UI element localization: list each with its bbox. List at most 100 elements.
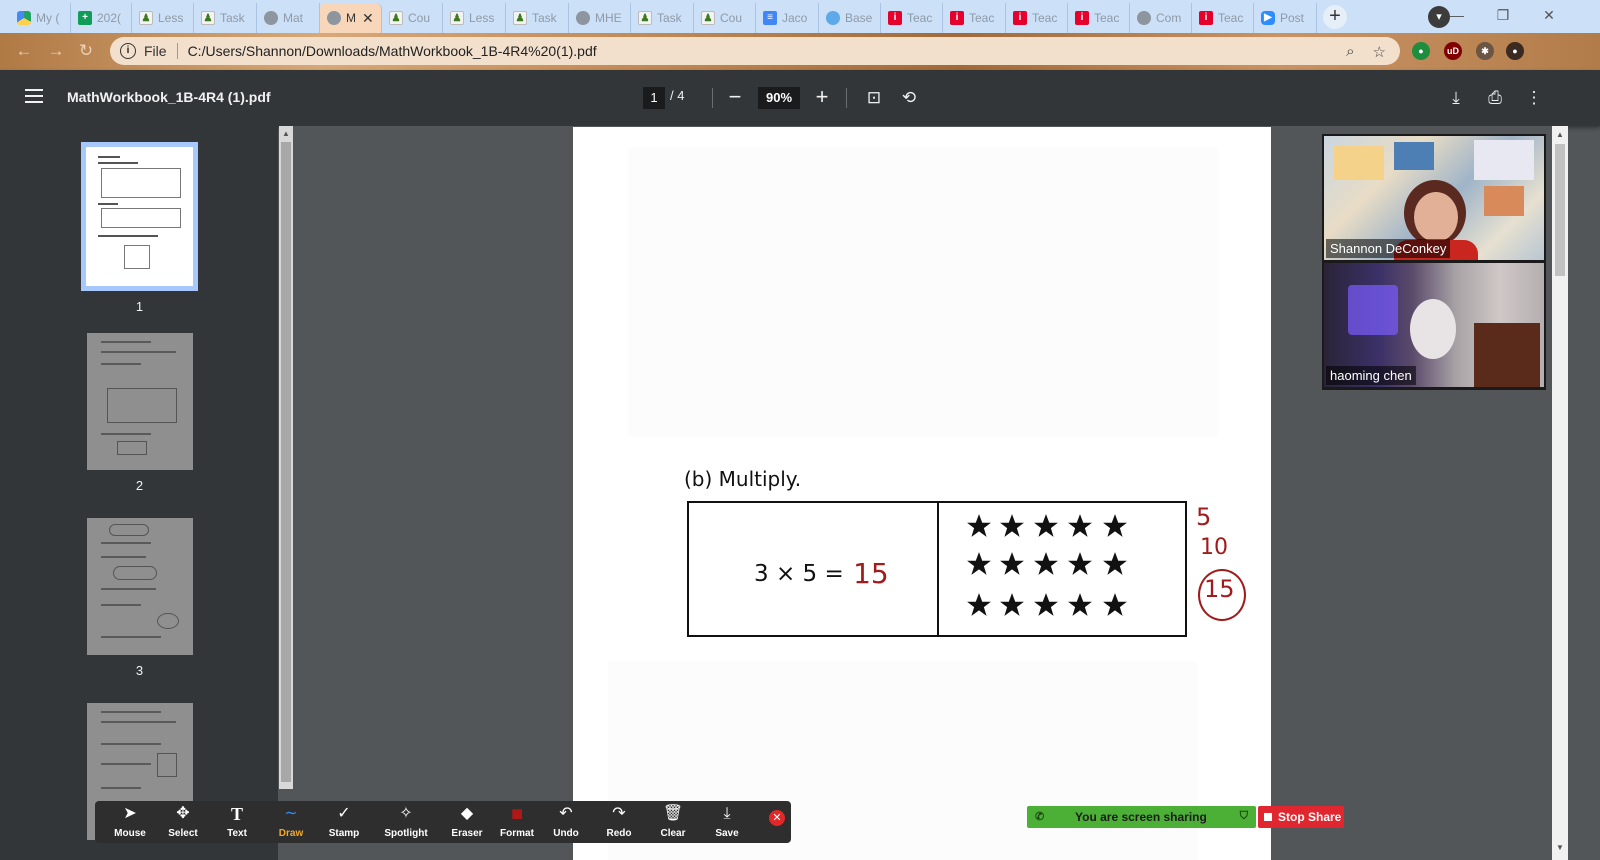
annotate-tool-format[interactable]: ■ Format	[490, 803, 544, 843]
annotate-tool-save[interactable]: ⤓ Save	[700, 803, 754, 843]
browser-tab[interactable]: ♟ Task	[194, 3, 257, 33]
browser-tab[interactable]: ♟ Less	[132, 3, 194, 33]
browser-tab[interactable]: MHE	[569, 3, 631, 33]
minimize-button[interactable]: —	[1434, 0, 1480, 30]
forward-button[interactable]: →	[46, 41, 66, 61]
bookmark-star-icon[interactable]: ☆	[1373, 43, 1386, 61]
screen: My (+202(♟ Less ♟ Task Mat M ✕ ♟ Cou ♟ Less ♟ Task MH…	[0, 0, 1600, 860]
browser-tab[interactable]: ♟ Task	[631, 3, 694, 33]
annotate-tool-stamp[interactable]: ✓ Stamp	[317, 803, 371, 843]
browser-tab[interactable]: My (	[10, 3, 71, 33]
eraser-icon: ◆	[460, 805, 474, 822]
browser-tab[interactable]: i Teac	[943, 3, 1006, 33]
browser-tab[interactable]: i Teac	[1192, 3, 1254, 33]
zoom-video-panel[interactable]: Shannon DeConkey haoming chen	[1322, 134, 1546, 390]
browser-tab[interactable]: Base	[819, 3, 881, 33]
teacher-icon: i	[1199, 11, 1213, 25]
participant-video[interactable]: haoming chen	[1324, 263, 1544, 387]
browser-tab[interactable]: ♟ Cou	[382, 3, 443, 33]
annotate-tool-undo[interactable]: ↶ Undo	[539, 803, 593, 843]
reload-button[interactable]: ↻	[76, 41, 96, 61]
browser-tab[interactable]: ≡ Jaco	[756, 3, 819, 33]
classroom-icon: ♟	[701, 11, 715, 25]
annotate-tool-label: Redo	[606, 828, 632, 839]
address-scheme-label: File	[144, 43, 167, 59]
thumbnail-sidebar: 1 2 3	[0, 126, 278, 860]
thumbnail-page-1[interactable]: 1	[81, 142, 198, 314]
close-window-button[interactable]: ✕	[1526, 0, 1572, 30]
classroom-icon: ♟	[389, 11, 403, 25]
participant-name: Shannon DeConkey	[1326, 239, 1451, 258]
close-tab-icon[interactable]: ✕	[362, 10, 374, 27]
equation: 3 × 5 = 15	[754, 555, 889, 590]
handwritten-answer: 15	[853, 557, 889, 590]
teacher-icon: i	[950, 11, 964, 25]
zoom-level-input[interactable]: 90%	[758, 87, 800, 109]
tab-label: Task	[532, 11, 557, 25]
back-button[interactable]: ←	[14, 41, 34, 61]
annotate-tool-text[interactable]: T Text	[210, 803, 264, 843]
google-sheets-icon: +	[78, 11, 92, 25]
annotate-tool-select[interactable]: ✥ Select	[156, 803, 210, 843]
participant-head	[1410, 299, 1456, 359]
zoom-out-button[interactable]: −	[722, 84, 748, 110]
browser-tab[interactable]: +202(	[71, 3, 132, 33]
browser-tab[interactable]: i Teac	[1006, 3, 1068, 33]
thumbnail-page-number: 3	[135, 663, 144, 678]
extension-puzzle-icon[interactable]: ✱	[1476, 42, 1494, 60]
document-scrollbar[interactable]: ▲ ▼	[1552, 126, 1568, 860]
download-icon[interactable]: ⤓	[1444, 86, 1468, 110]
browser-tab[interactable]: Com	[1130, 3, 1192, 33]
new-tab-button[interactable]: +	[1323, 5, 1347, 29]
ublock-extension-icon[interactable]: uD	[1444, 42, 1462, 60]
annotate-tool-clear[interactable]: 🗑 Clear	[646, 803, 700, 843]
rotate-icon[interactable]: ⟲	[897, 86, 921, 110]
browser-tab[interactable]: i Teac	[1068, 3, 1130, 33]
annotate-tool-draw[interactable]: ∼ Draw	[264, 803, 318, 843]
sidebar-scroll-thumb[interactable]	[281, 142, 291, 782]
thumbnail-page-3[interactable]: 3	[81, 518, 198, 678]
browser-tab[interactable]: M ✕	[320, 3, 382, 33]
address-bar[interactable]: i File C:/Users/Shannon/Downloads/MathWo…	[110, 37, 1400, 65]
browser-tab[interactable]: Mat	[257, 3, 320, 33]
document-scroll-thumb[interactable]	[1555, 144, 1565, 276]
restore-button[interactable]: ❐	[1480, 0, 1526, 30]
annotate-tool-eraser[interactable]: ◆ Eraser	[440, 803, 494, 843]
annotate-tool-redo[interactable]: ↷ Redo	[592, 803, 646, 843]
screen-sharing-bar[interactable]: ✆ You are screen sharing ⛉	[1027, 806, 1256, 828]
scroll-down-arrow-icon[interactable]: ▼	[1556, 843, 1564, 852]
stop-share-button[interactable]: Stop Share	[1258, 806, 1344, 828]
thumbnail-page-2[interactable]: 2	[81, 333, 198, 493]
annotate-tool-mouse[interactable]: ➤ Mouse	[103, 803, 157, 843]
zoom-in-button[interactable]: +	[809, 84, 835, 110]
print-icon[interactable]: ⎙	[1483, 86, 1507, 110]
profile-avatar[interactable]: ●	[1506, 42, 1524, 60]
star-icon	[1034, 593, 1058, 616]
more-options-icon[interactable]: ⋮	[1522, 86, 1546, 110]
browser-tab[interactable]: i Teac	[881, 3, 943, 33]
scroll-up-arrow-icon[interactable]: ▲	[1556, 130, 1564, 139]
sidebar-scrollbar[interactable]: ▲	[279, 126, 293, 789]
close-annotate-icon[interactable]: ✕	[769, 810, 785, 826]
question-label: (b) Multiply.	[684, 467, 802, 491]
browser-tab[interactable]: ♟ Task	[506, 3, 569, 33]
fit-to-page-icon[interactable]: ⊡	[862, 86, 886, 110]
zoom-magnifier-icon[interactable]: ⌕	[1346, 43, 1354, 61]
star-icon	[1034, 552, 1058, 575]
browser-tab[interactable]: ♟ Cou	[694, 3, 756, 33]
sidebar-menu-icon[interactable]	[25, 89, 43, 107]
browser-tab[interactable]: ▶ Post	[1254, 3, 1317, 33]
teacher-icon: i	[1013, 11, 1027, 25]
annotate-tool-spotlight[interactable]: ✧ Spotlight	[379, 803, 433, 843]
page-number-input[interactable]: 1	[643, 87, 665, 109]
tab-label: Task	[220, 11, 245, 25]
star-icon	[1068, 514, 1092, 537]
thumbnail-preview	[87, 518, 193, 655]
address-url[interactable]: C:/Users/Shannon/Downloads/MathWorkbook_…	[188, 43, 597, 59]
extension-green-icon[interactable]: ●	[1412, 42, 1430, 60]
site-info-icon[interactable]: i	[120, 43, 136, 59]
participant-video[interactable]: Shannon DeConkey	[1324, 136, 1544, 260]
scroll-up-arrow-icon[interactable]: ▲	[282, 129, 290, 138]
browser-tab[interactable]: ♟ Less	[443, 3, 506, 33]
stop-share-label: Stop Share	[1278, 810, 1342, 824]
